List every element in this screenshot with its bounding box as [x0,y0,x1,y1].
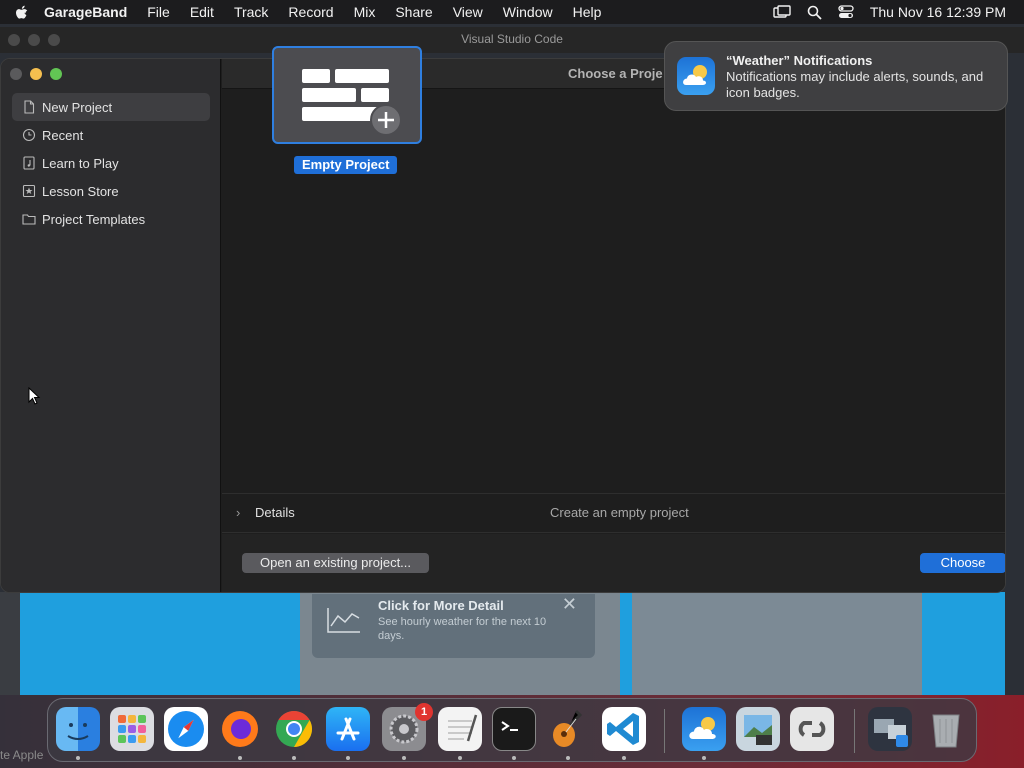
notification-title: “Weather” Notifications [726,53,873,68]
finder-icon[interactable] [56,707,100,751]
close-icon[interactable]: ✕ [562,594,577,615]
music-note-icon [23,156,35,170]
creative-cloud-icon[interactable] [790,707,834,751]
apple-menu-icon[interactable] [0,3,44,20]
spotlight-search-icon[interactable] [807,5,822,20]
garageband-project-chooser-window: New Project Recent Learn to Play Lesson … [0,58,1006,593]
open-existing-project-button[interactable]: Open an existing project... [242,553,429,573]
downloads-stack-icon[interactable] [868,707,912,751]
background-label: te Apple [0,748,44,762]
mouse-pointer-icon [28,387,41,405]
weather-notification[interactable]: “Weather” Notifications Notifications ma… [664,41,1008,111]
menu-file[interactable]: File [147,4,170,20]
chevron-right-icon[interactable]: › [236,505,240,520]
launchpad-icon[interactable] [110,707,154,751]
menu-record[interactable]: Record [288,4,333,20]
chrome-icon[interactable] [272,707,316,751]
choose-button[interactable]: Choose [920,553,1005,573]
weather-card-title: Click for More Detail [378,598,504,613]
weather-detail-panel [632,592,922,695]
safari-icon[interactable] [164,707,208,751]
sidebar-item-label: Learn to Play [42,155,119,171]
menu-mix[interactable]: Mix [354,4,376,20]
dock [47,698,977,762]
preview-icon[interactable] [736,707,780,751]
trash-icon[interactable] [924,707,968,751]
sidebar-item-label: Lesson Store [42,183,119,199]
empty-project-tile[interactable] [272,46,422,144]
menu-help[interactable]: Help [573,4,602,20]
sidebar-item-lesson-store[interactable]: Lesson Store [12,177,210,205]
sidebar-item-label: Recent [42,127,84,143]
weather-detail-card[interactable]: Click for More Detail See hourly weather… [312,594,595,658]
folder-icon [22,214,36,225]
details-bar: › Details Create an empty project [222,493,1005,533]
textedit-icon[interactable] [438,707,482,751]
screen-mirroring-icon[interactable] [773,5,791,19]
line-chart-icon [327,608,360,633]
menu-edit[interactable]: Edit [190,4,214,20]
close-window-button[interactable] [10,68,22,80]
sidebar-list: New Project Recent Learn to Play Lesson … [12,93,210,233]
empty-project-label[interactable]: Empty Project [294,156,398,174]
details-toggle[interactable]: Details [255,505,295,520]
sidebar: New Project Recent Learn to Play Lesson … [1,59,221,592]
sidebar-item-label: New Project [42,99,113,115]
vscode-traffic-lights [8,34,60,46]
weather-card-subtitle: See hourly weather for the next 10 days. [378,616,547,642]
firefox-icon[interactable] [218,707,262,751]
menu-bar: GarageBand File Edit Track Record Mix Sh… [0,0,1024,24]
zoom-window-button[interactable] [50,68,62,80]
weather-dock-icon[interactable] [682,707,726,751]
sidebar-item-recent[interactable]: Recent [12,121,210,149]
menubar-clock[interactable]: Thu Nov 16 12:39 PM [870,4,1006,20]
sidebar-item-new-project[interactable]: New Project [12,93,210,121]
notification-badge: 1 [415,703,433,721]
details-description: Create an empty project [550,505,689,520]
garageband-icon[interactable] [546,707,590,751]
weather-app-icon [677,57,715,95]
clock-icon [22,128,36,142]
sidebar-item-label: Project Templates [42,211,146,227]
menu-view[interactable]: View [453,4,483,20]
empty-project-icon [302,69,402,136]
menu-share[interactable]: Share [395,4,432,20]
document-icon [24,100,35,114]
window-header-title: Choose a Proje [568,66,663,81]
menu-track[interactable]: Track [234,4,268,20]
minimize-window-button[interactable] [30,68,42,80]
star-icon [22,184,36,198]
menu-app-name[interactable]: GarageBand [44,4,127,20]
vscode-icon[interactable] [602,707,646,751]
window-traffic-lights [10,68,62,80]
sidebar-item-learn-to-play[interactable]: Learn to Play [12,149,210,177]
sidebar-item-project-templates[interactable]: Project Templates [12,205,210,233]
control-center-icon[interactable] [838,5,854,19]
notification-body: Notifications may include alerts, sounds… [726,69,984,100]
terminal-icon[interactable] [492,707,536,751]
menu-window[interactable]: Window [503,4,553,20]
app-store-icon[interactable] [326,707,370,751]
window-footer: Open an existing project... Choose [222,534,1005,592]
vscode-title: Visual Studio Code [461,32,563,46]
